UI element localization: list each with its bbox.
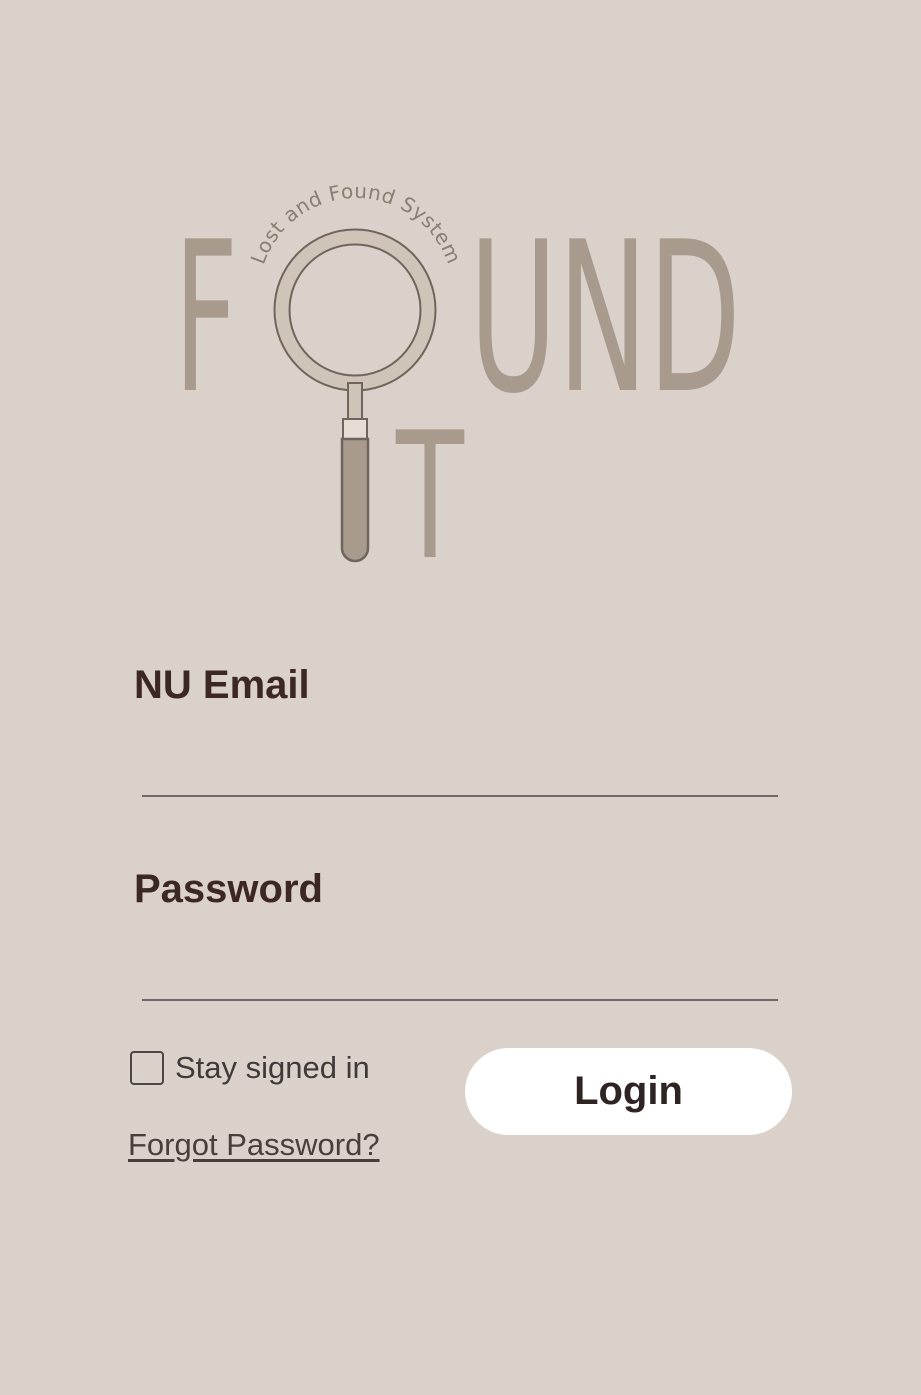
stay-signed-in-option[interactable]: Stay signed in [130,1050,370,1086]
forgot-password-link[interactable]: Forgot Password? [128,1127,380,1163]
logo-letters-und: UND [469,198,741,440]
logo-tagline: Lost and Found System [246,179,467,267]
login-button[interactable]: Login [465,1048,792,1135]
app-logo: F UND T Lost and Found System [0,0,921,600]
found-it-logo-svg: F UND T Lost and Found System [174,179,741,599]
logo-letter-f: F [174,198,238,440]
email-label: NU Email [134,663,310,707]
logo-tagline-path: Lost and Found System [246,179,466,267]
email-input[interactable] [142,751,778,797]
password-label: Password [134,867,323,911]
stay-signed-in-checkbox[interactable] [130,1051,164,1085]
password-input[interactable] [142,955,778,1001]
logo-letter-t: T [395,396,464,599]
stay-signed-in-label: Stay signed in [175,1050,370,1085]
